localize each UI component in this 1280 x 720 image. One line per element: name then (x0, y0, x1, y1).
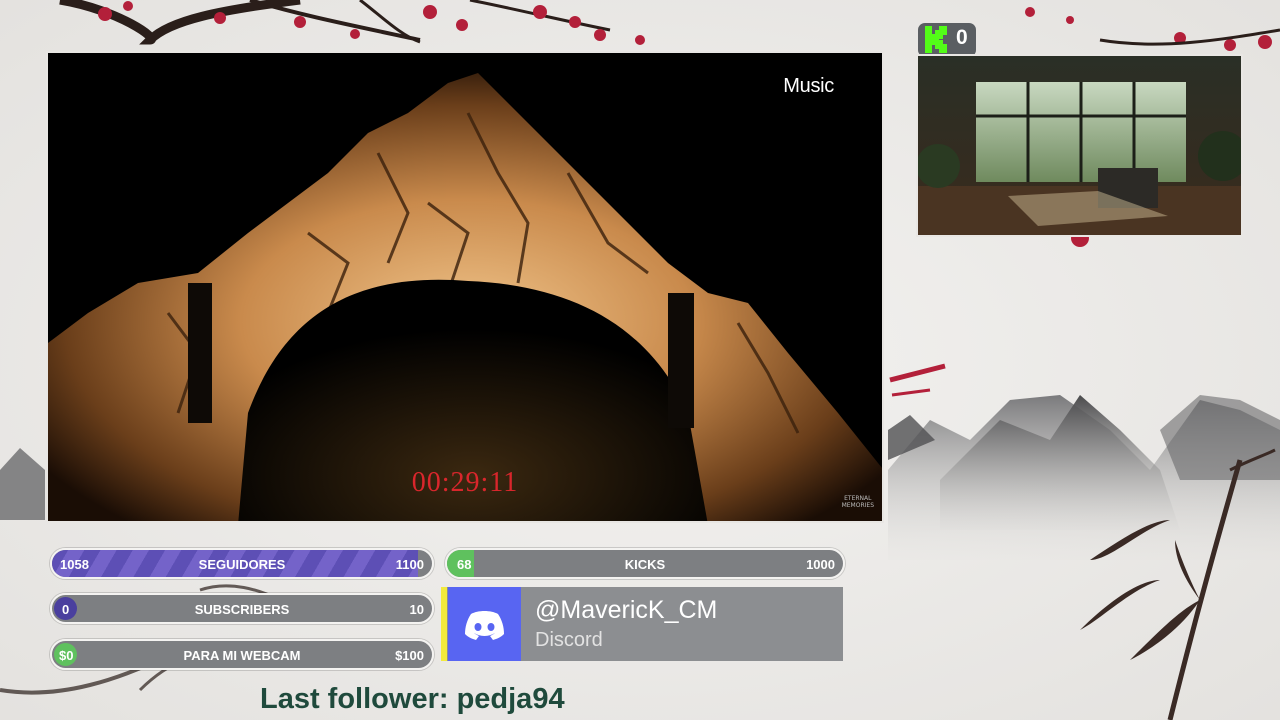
goal-target: 10 (409, 602, 424, 617)
goal-label: SEGUIDORES (198, 557, 286, 572)
apple-music-label: Music (783, 75, 834, 97)
corner-logo-line2: MEMORIES (841, 502, 874, 509)
goal-target: 1000 (806, 557, 835, 572)
goal-bar-followers: 1058 SEGUIDORES 1100 (50, 548, 434, 579)
goal-bar-kicks: 68 KICKS 1000 (445, 548, 845, 579)
kick-logo-icon (925, 26, 947, 53)
room-scene-image (918, 56, 1241, 235)
accent-stripe (441, 587, 447, 661)
last-follower-text: Last follower: pedja94 (260, 683, 565, 715)
discord-logo-box (448, 587, 521, 661)
goal-target: $100 (395, 648, 424, 663)
discord-card: @MavericK_CM Discord (441, 587, 843, 661)
goal-bar-webcam: $0 PARA MI WEBCAM $100 (50, 639, 434, 670)
goal-label: PARA MI WEBCAM (183, 648, 301, 663)
main-video-player: Music 00:29:11 ETERNAL MEMORIES (46, 51, 884, 523)
discord-icon (465, 611, 504, 640)
discord-handle: @MavericK_CM (535, 596, 718, 624)
stream-timer: 00:29:11 (411, 467, 519, 498)
video-frame-rock-tunnel (48, 53, 882, 521)
webcam-scene-panel (916, 54, 1243, 237)
goal-label: SUBSCRIBERS (194, 602, 290, 617)
goal-label: KICKS (624, 557, 666, 572)
kick-viewer-badge: 0 (918, 23, 976, 57)
goal-target: 1100 (395, 557, 424, 572)
kick-viewer-count: 0 (956, 26, 968, 49)
corner-logo: ETERNAL MEMORIES (842, 495, 874, 509)
apple-music-watermark: Music (782, 75, 834, 98)
discord-platform-label: Discord (535, 629, 603, 651)
goal-bar-subscribers: 0 SUBSCRIBERS 10 (50, 593, 434, 624)
corner-logo-line1: ETERNAL (844, 495, 872, 502)
